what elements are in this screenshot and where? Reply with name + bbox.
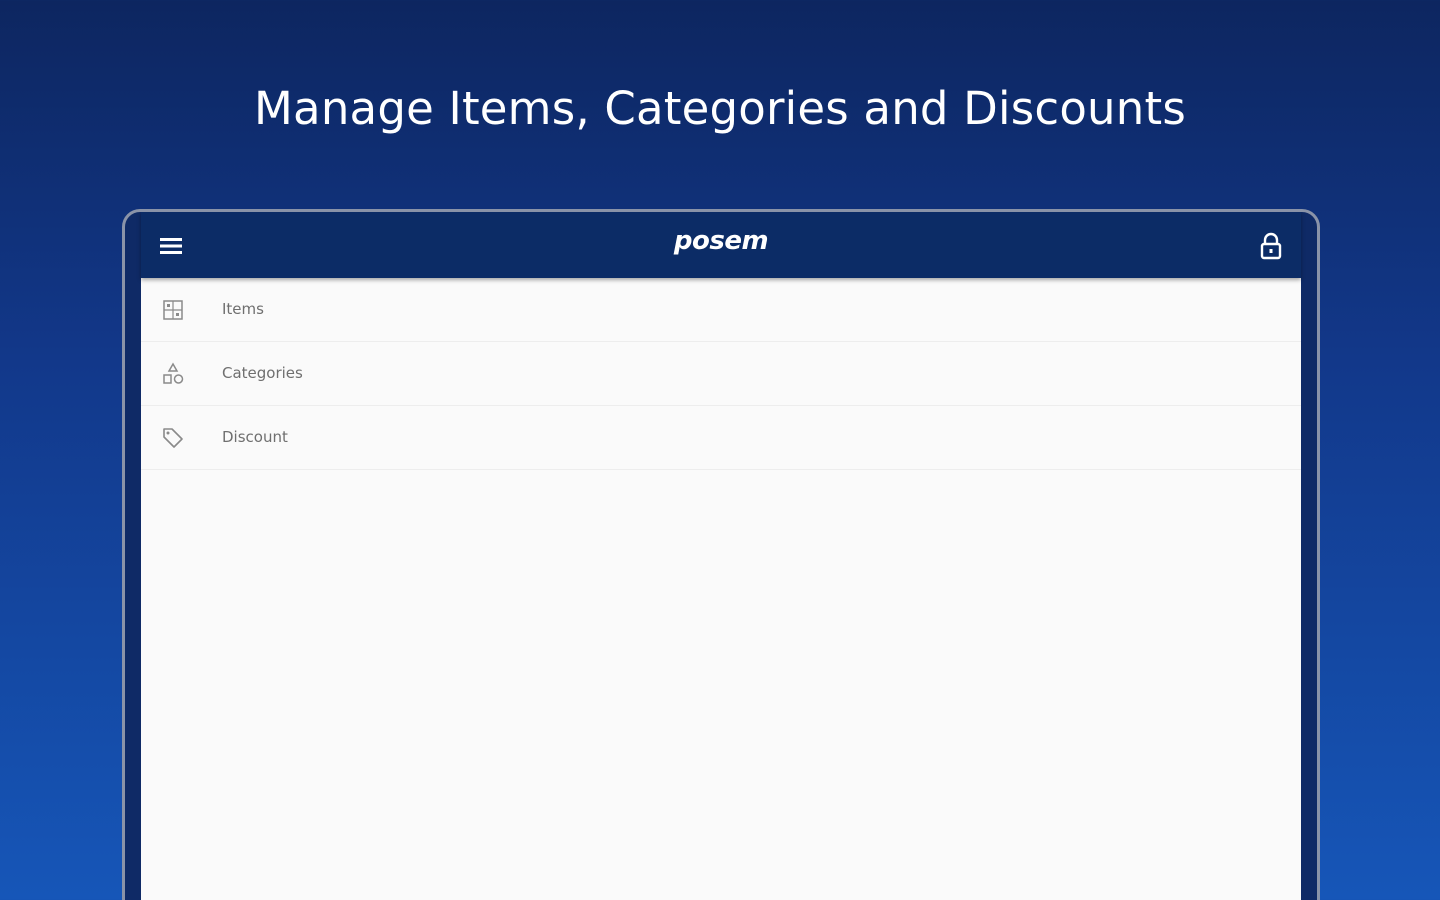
- menu-list: Items Categories Discount: [141, 278, 1301, 470]
- list-item-discount[interactable]: Discount: [141, 406, 1301, 470]
- app-logo: posem: [673, 226, 769, 256]
- tablet-frame: posem Items Categories Discount: [122, 209, 1320, 900]
- tag-icon: [161, 426, 185, 450]
- categories-shapes-icon: [161, 362, 185, 386]
- app-screen: posem Items Categories Discount: [141, 212, 1301, 900]
- list-item-items[interactable]: Items: [141, 278, 1301, 342]
- list-item-label: Categories: [222, 364, 303, 382]
- list-item-label: Items: [222, 300, 264, 318]
- list-item-label: Discount: [222, 428, 288, 446]
- app-bar: posem: [141, 212, 1301, 278]
- items-grid-icon: [161, 298, 185, 322]
- list-item-categories[interactable]: Categories: [141, 342, 1301, 406]
- lock-icon[interactable]: [1259, 232, 1283, 260]
- headline: Manage Items, Categories and Discounts: [254, 82, 1186, 135]
